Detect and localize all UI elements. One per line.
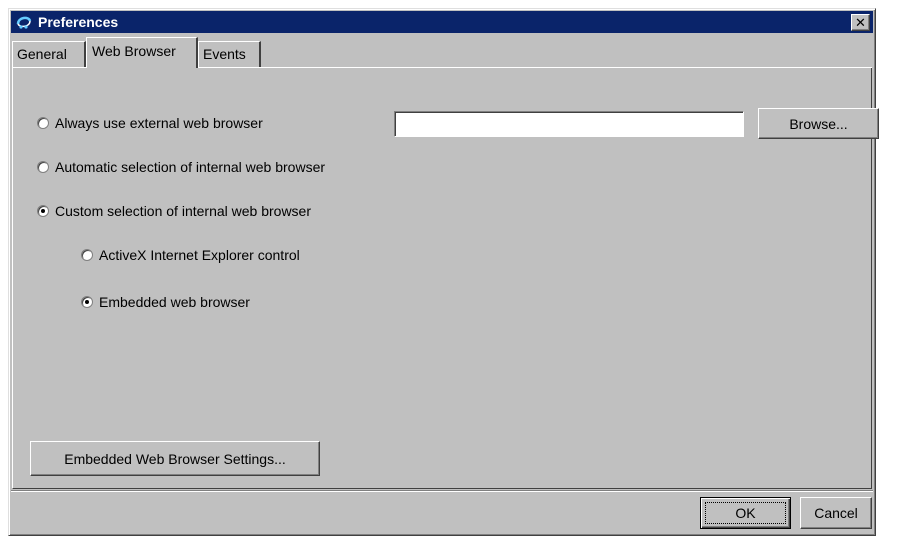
browse-button[interactable]: Browse... (758, 108, 879, 139)
option-external-label: Always use external web browser (55, 115, 263, 131)
tab-web-browser[interactable]: Web Browser (86, 37, 198, 68)
option-custom-label: Custom selection of internal web browser (55, 203, 312, 219)
option-custom-selection[interactable]: Custom selection of internal web browser (37, 201, 311, 221)
radio-external-browser[interactable] (37, 117, 49, 129)
browser-path-input[interactable] (394, 111, 744, 137)
ok-button[interactable]: OK (700, 497, 791, 529)
footer-divider (11, 490, 873, 492)
tab-events[interactable]: Events (198, 41, 261, 67)
browse-button-label: Browse... (789, 115, 848, 132)
option-automatic-selection[interactable]: Automatic selection of internal web brow… (37, 157, 325, 177)
title-bar[interactable]: Preferences ✕ (11, 11, 873, 33)
option-external-browser[interactable]: Always use external web browser (37, 113, 263, 133)
embedded-settings-button[interactable]: Embedded Web Browser Settings... (30, 441, 320, 476)
cancel-button-label: Cancel (814, 505, 858, 521)
radio-activex[interactable] (81, 249, 93, 261)
option-automatic-label: Automatic selection of internal web brow… (55, 159, 326, 175)
tab-strip: General Web Browser Events (12, 36, 872, 68)
radio-embedded-browser[interactable] (81, 296, 93, 308)
tab-general[interactable]: General (12, 41, 86, 67)
preferences-dialog: Preferences ✕ General Web Browser Events… (8, 8, 879, 536)
embedded-settings-label: Embedded Web Browser Settings... (64, 450, 286, 467)
cancel-button[interactable]: Cancel (800, 497, 872, 529)
option-embedded-browser[interactable]: Embedded web browser (81, 292, 250, 312)
window-title: Preferences (38, 14, 119, 30)
web-browser-panel: Always use external web browser Browse..… (12, 68, 879, 489)
app-logo-icon (14, 13, 34, 31)
option-activex-label: ActiveX Internet Explorer control (99, 247, 300, 263)
option-activex[interactable]: ActiveX Internet Explorer control (81, 245, 300, 265)
radio-custom-selection[interactable] (37, 205, 49, 217)
radio-automatic-selection[interactable] (37, 161, 49, 173)
option-embedded-label: Embedded web browser (99, 294, 250, 310)
ok-button-label: OK (705, 502, 786, 524)
close-icon[interactable]: ✕ (851, 13, 870, 31)
